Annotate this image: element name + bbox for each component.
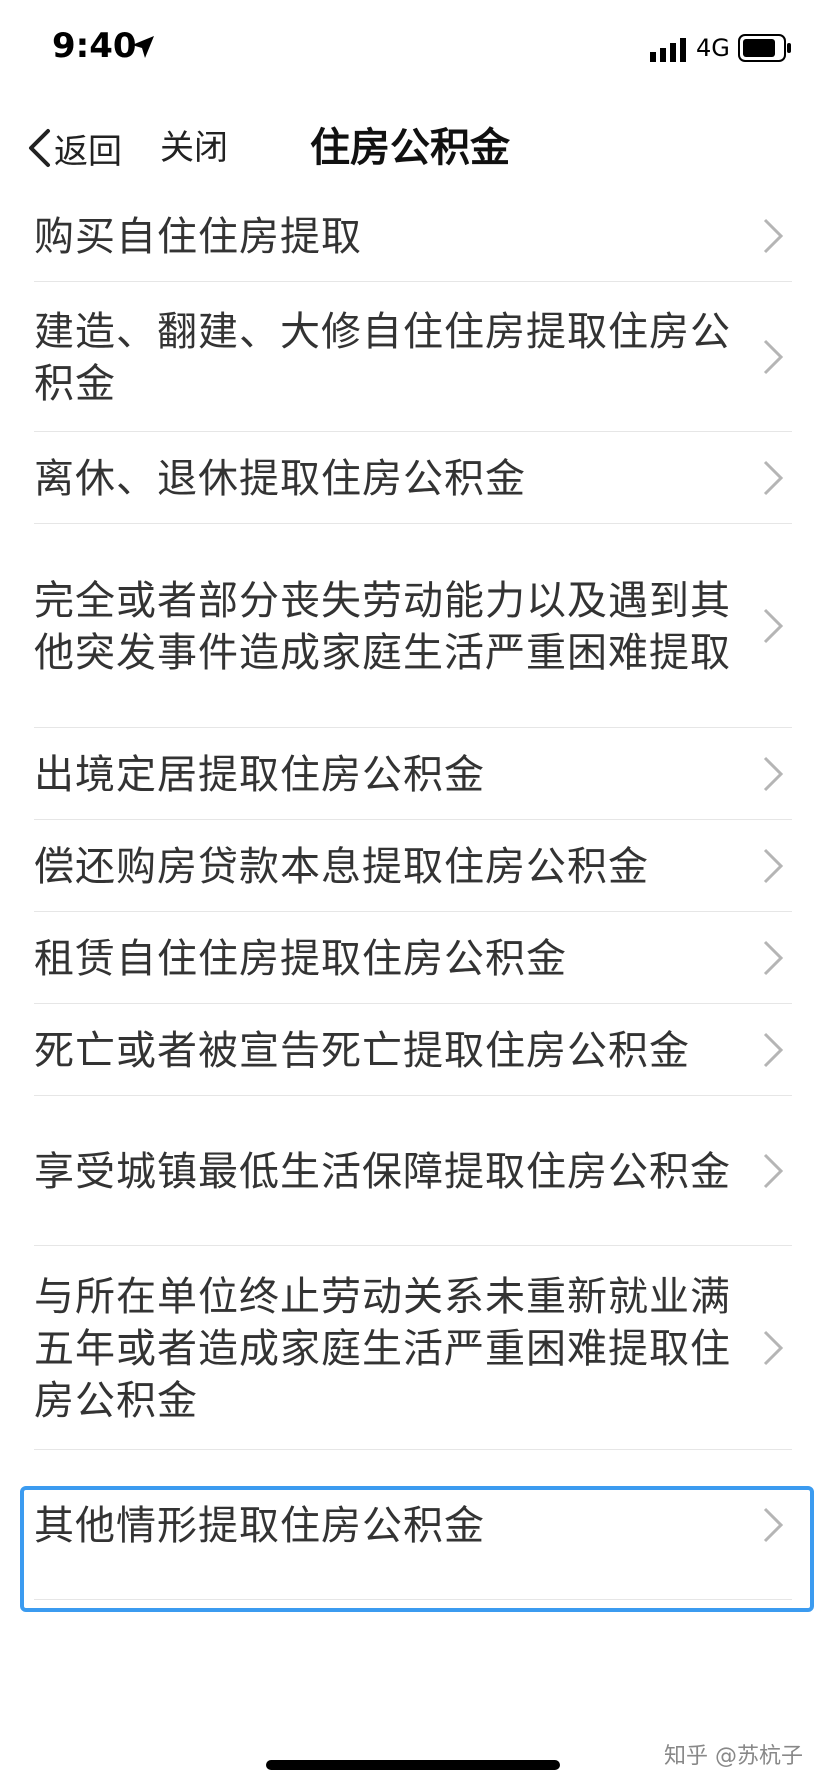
- withdrawal-list: 购买自住住房提取 建造、翻建、大修自住住房提取住房公积金 离休、退休提取住房公积…: [0, 190, 828, 1600]
- list-item-label: 偿还购房贷款本息提取住房公积金: [34, 843, 649, 890]
- list-item-label: 租赁自住住房提取住房公积金: [34, 935, 567, 982]
- status-bar: 9:40 4G: [0, 0, 828, 100]
- list-item-label: 享受城镇最低生活保障提取住房公积金: [34, 1148, 731, 1195]
- chevron-right-icon: [763, 756, 784, 791]
- list-item-label: 出境定居提取住房公积金: [34, 751, 485, 798]
- list-item[interactable]: 死亡或者被宣告死亡提取住房公积金: [34, 1004, 792, 1096]
- chevron-right-icon: [763, 1032, 784, 1067]
- list-item-label: 购买自住住房提取: [34, 213, 362, 260]
- list-item-label: 建造、翻建、大修自住住房提取住房公积金: [34, 308, 731, 407]
- watermark: 知乎 @苏杭子: [664, 1744, 803, 1769]
- list-item[interactable]: 偿还购房贷款本息提取住房公积金: [34, 820, 792, 912]
- list-item[interactable]: 完全或者部分丧失劳动能力以及遇到其他突发事件造成家庭生活严重困难提取: [34, 524, 792, 728]
- close-button[interactable]: 关闭: [160, 118, 228, 178]
- chevron-right-icon: [763, 940, 784, 975]
- list-item[interactable]: 离休、退休提取住房公积金: [34, 432, 792, 524]
- page-title: 住房公积金: [310, 125, 510, 171]
- list-item-label: 其他情形提取住房公积金: [34, 1502, 485, 1549]
- list-item[interactable]: 购买自住住房提取: [34, 190, 792, 282]
- status-time: 9:40: [52, 26, 137, 66]
- chevron-right-icon: [763, 1330, 784, 1365]
- list-item[interactable]: 租赁自住住房提取住房公积金: [34, 912, 792, 1004]
- chevron-right-icon: [763, 848, 784, 883]
- network-type: 4G: [696, 34, 730, 62]
- navigation-bar: 返回 关闭 住房公积金: [0, 100, 828, 200]
- list-item[interactable]: 享受城镇最低生活保障提取住房公积金: [34, 1096, 792, 1246]
- chevron-right-icon: [763, 1153, 784, 1188]
- list-item-label: 完全或者部分丧失劳动能力以及遇到其他突发事件造成家庭生活严重困难提取: [34, 577, 731, 676]
- list-item[interactable]: 出境定居提取住房公积金: [34, 728, 792, 820]
- chevron-right-icon: [763, 460, 784, 495]
- chevron-right-icon: [763, 1507, 784, 1542]
- list-item-label: 与所在单位终止劳动关系未重新就业满五年或者造成家庭生活严重困难提取住房公积金: [34, 1273, 731, 1424]
- home-indicator[interactable]: [266, 1760, 560, 1770]
- chevron-left-icon: [29, 129, 50, 167]
- back-button[interactable]: 返回: [26, 118, 122, 178]
- back-label: 返回: [54, 131, 122, 172]
- list-item[interactable]: 建造、翻建、大修自住住房提取住房公积金: [34, 282, 792, 432]
- signal-icon: [650, 38, 686, 62]
- list-item[interactable]: 与所在单位终止劳动关系未重新就业满五年或者造成家庭生活严重困难提取住房公积金: [34, 1246, 792, 1450]
- chevron-right-icon: [763, 608, 784, 643]
- chevron-right-icon: [763, 339, 784, 374]
- chevron-right-icon: [763, 218, 784, 253]
- list-item-highlighted[interactable]: 其他情形提取住房公积金: [34, 1450, 792, 1600]
- list-item-label: 死亡或者被宣告死亡提取住房公积金: [34, 1027, 690, 1074]
- battery-icon: [738, 34, 791, 62]
- location-arrow-icon: [132, 36, 154, 58]
- list-item-label: 离休、退休提取住房公积金: [34, 455, 526, 502]
